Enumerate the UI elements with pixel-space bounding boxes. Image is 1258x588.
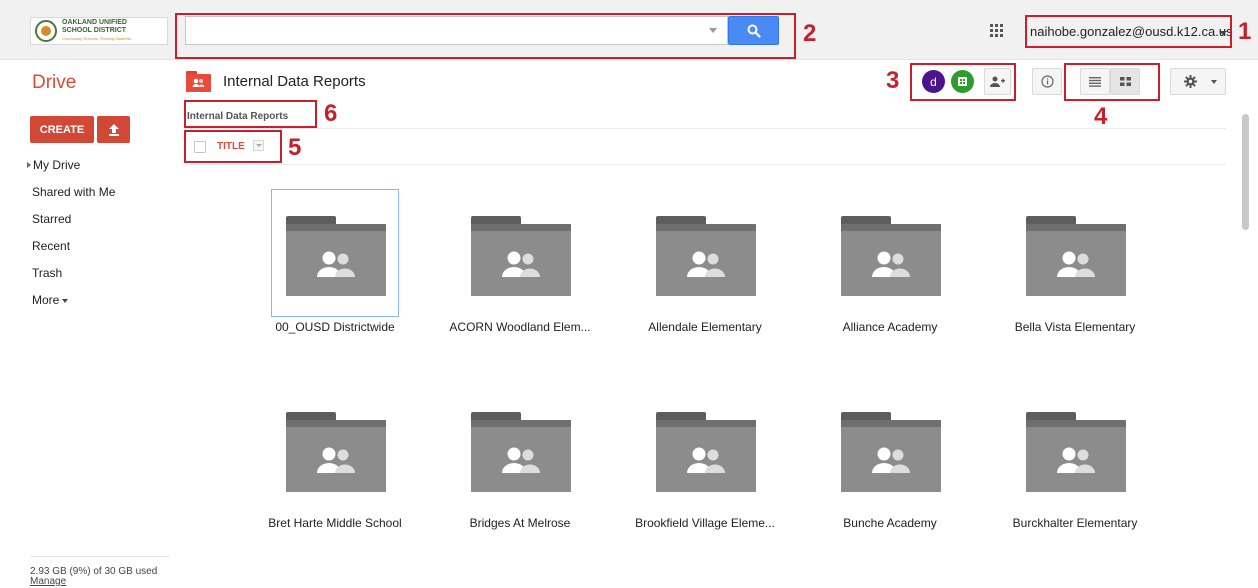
expand-triangle-icon[interactable] (27, 162, 31, 168)
shared-folder-icon (656, 216, 756, 296)
shared-folder-icon (1026, 412, 1126, 492)
annotation-number-6: 6 (324, 100, 338, 127)
sidebar-item-my-drive[interactable]: My Drive (27, 158, 115, 185)
folder-name: Burckhalter Elementary (1012, 516, 1138, 530)
info-icon (1040, 75, 1054, 88)
folder-title: Internal Data Reports (223, 73, 366, 90)
shared-folder-icon (1026, 216, 1126, 296)
folder-name: Bella Vista Elementary (1014, 320, 1136, 334)
sidebar-item-recent[interactable]: Recent (32, 239, 115, 266)
logo-line-2: SCHOOL DISTRICT (62, 27, 127, 34)
district-logo[interactable]: OAKLAND UNIFIED SCHOOL DISTRICT Communit… (30, 17, 168, 45)
shared-folder-icon (186, 71, 211, 92)
folder-name: 00_OUSD Districtwide (275, 320, 395, 334)
logo-line-1: OAKLAND UNIFIED (62, 19, 127, 26)
annotation-box-1 (1025, 15, 1232, 48)
upload-button[interactable] (97, 116, 130, 143)
annotation-box-6 (184, 100, 317, 128)
apps-grid-icon[interactable] (990, 24, 1003, 37)
sidebar-item-label: More (32, 293, 60, 307)
annotation-box-2 (175, 13, 796, 59)
shared-folder-icon (471, 216, 571, 296)
upload-icon (108, 124, 119, 136)
sidebar-item-starred[interactable]: Starred (32, 212, 115, 239)
drive-title[interactable]: Drive (32, 72, 76, 94)
annotation-number-4: 4 (1094, 103, 1108, 130)
divider (186, 164, 1226, 165)
annotation-number-2: 2 (803, 20, 817, 47)
shared-folder-icon (841, 216, 941, 296)
sidebar-item-label: Shared with Me (32, 185, 116, 199)
shared-folder-icon (286, 216, 386, 296)
shared-folder-icon (841, 412, 941, 492)
folder-name: Brookfield Village Eleme... (635, 516, 775, 530)
folder-name: ACORN Woodland Elem... (449, 320, 591, 334)
sidebar-nav: My Drive Shared with Me Starred Recent T… (27, 158, 115, 320)
folder-name: Alliance Academy (842, 320, 938, 334)
annotation-box-5 (184, 130, 282, 163)
annotation-number-3: 3 (886, 67, 900, 94)
district-seal-icon (35, 20, 57, 42)
shared-folder-icon (471, 412, 571, 492)
folder-name: Bridges At Melrose (469, 516, 571, 530)
sidebar-item-trash[interactable]: Trash (32, 266, 115, 293)
divider (186, 128, 1226, 129)
storage-info: 2.93 GB (9%) of 30 GB used Manage (30, 556, 170, 587)
sidebar-item-label: My Drive (33, 158, 81, 172)
annotation-number-5: 5 (288, 134, 302, 161)
sidebar-item-label: Starred (32, 212, 72, 226)
folder-name: Bret Harte Middle School (268, 516, 402, 530)
settings-button[interactable] (1170, 68, 1226, 95)
create-button[interactable]: CREATE (30, 116, 94, 143)
sidebar-item-label: Recent (32, 239, 71, 253)
sidebar-item-label: Trash (32, 266, 63, 280)
shared-folder-icon (286, 412, 386, 492)
chevron-down-icon (1211, 79, 1217, 84)
annotation-box-3 (910, 63, 1016, 101)
logo-tagline: Community Schools, Thriving Students (62, 36, 131, 41)
sidebar-item-more[interactable]: More (32, 293, 115, 320)
chevron-down-icon (62, 299, 69, 303)
folder-name: Allendale Elementary (648, 320, 762, 334)
scrollbar[interactable] (1242, 114, 1249, 230)
details-button[interactable] (1032, 68, 1062, 95)
manage-storage-link[interactable]: Manage (30, 577, 170, 587)
annotation-box-4 (1064, 63, 1160, 101)
shared-folder-icon (656, 412, 756, 492)
annotation-number-1: 1 (1238, 18, 1252, 45)
sidebar-item-shared-with-me[interactable]: Shared with Me (32, 185, 115, 212)
gear-icon (1184, 75, 1197, 88)
folder-name: Bunche Academy (843, 516, 937, 530)
